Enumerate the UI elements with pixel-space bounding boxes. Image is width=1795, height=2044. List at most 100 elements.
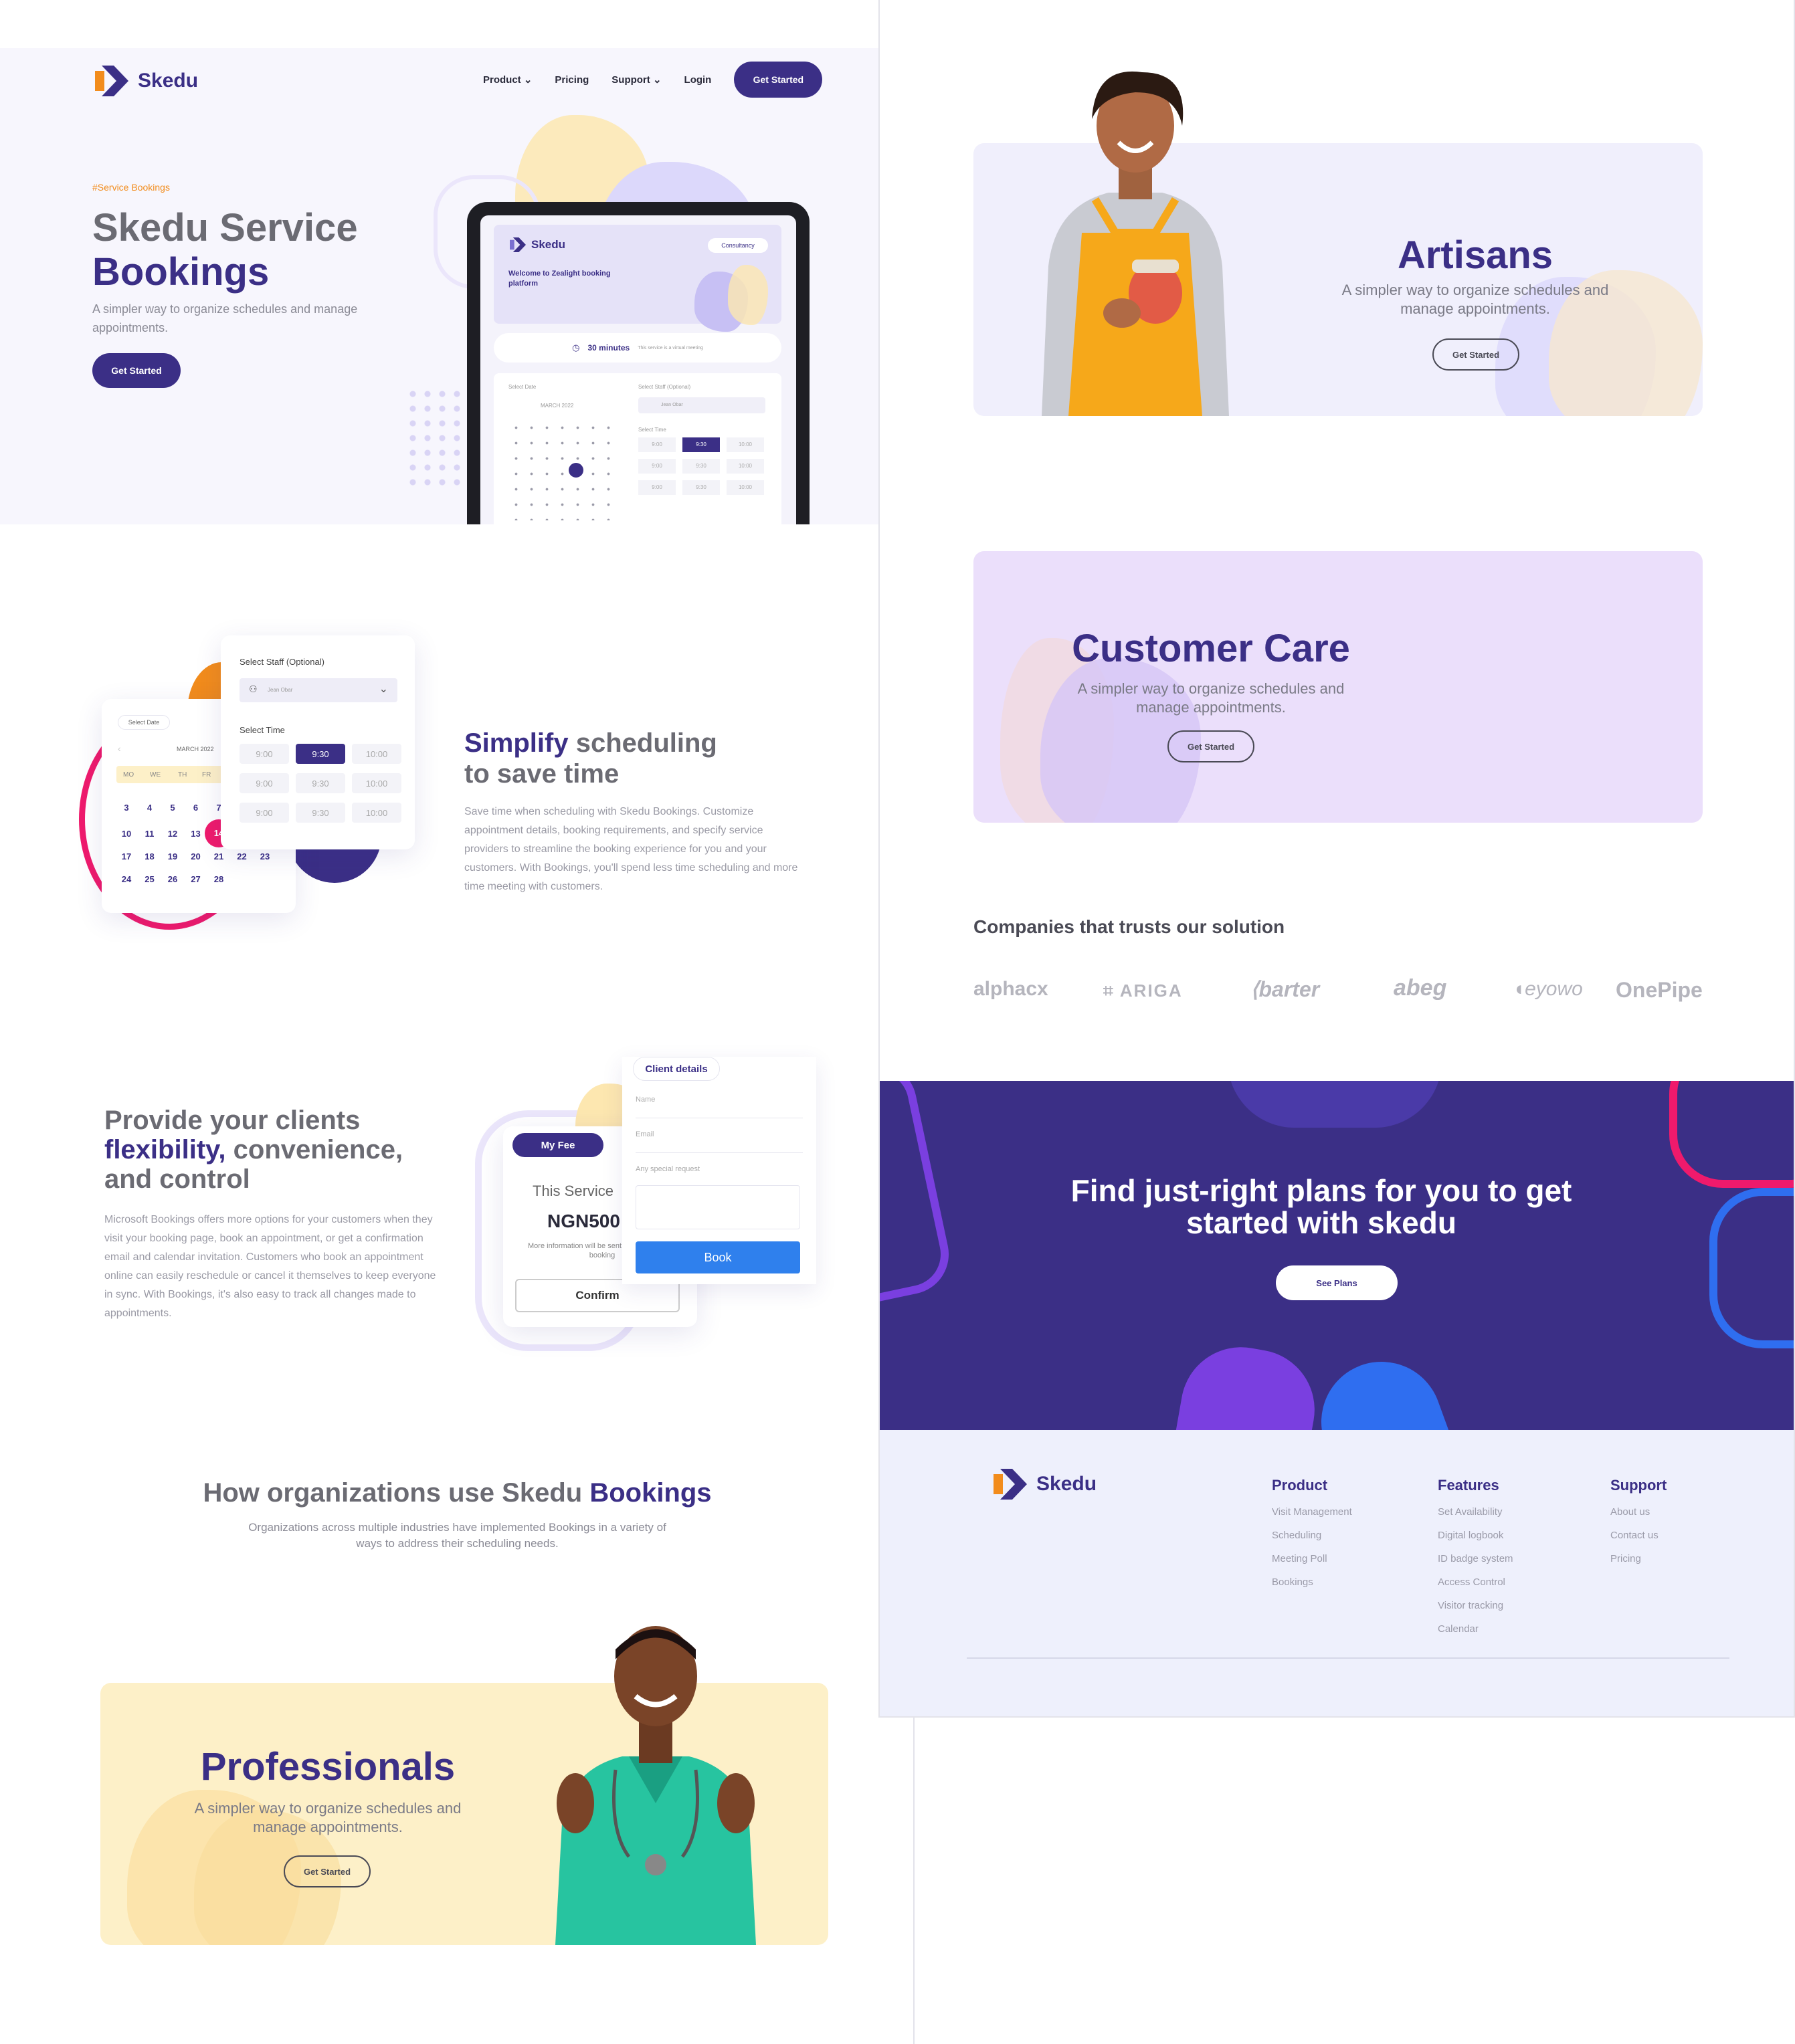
tablet-staff-select[interactable]: Jean Obar: [638, 397, 765, 413]
footer-link[interactable]: Pricing: [1610, 1553, 1667, 1564]
time-slot-selected[interactable]: 9:30: [296, 744, 345, 764]
calendar-day[interactable]: 12: [163, 829, 183, 839]
footer-link[interactable]: ID badge system: [1438, 1553, 1513, 1564]
customer-care-get-started-button[interactable]: Get Started: [1167, 730, 1254, 762]
artisans-get-started-button[interactable]: Get Started: [1432, 338, 1519, 371]
simplify-body: Save time when scheduling with Skedu Boo…: [464, 806, 798, 892]
tablet-time-slot[interactable]: 10:00: [727, 459, 764, 474]
time-slot[interactable]: 9:00: [240, 773, 289, 793]
footer-link[interactable]: Access Control: [1438, 1576, 1513, 1588]
nav-support[interactable]: Support ⌄: [611, 74, 661, 86]
brand-logo[interactable]: Skedu: [92, 64, 198, 98]
footer-link[interactable]: Visit Management: [1272, 1506, 1352, 1518]
time-slot[interactable]: 9:00: [240, 803, 289, 823]
time-slot[interactable]: 9:00: [240, 744, 289, 764]
client-request-textarea[interactable]: [636, 1185, 800, 1229]
tablet-time-slot[interactable]: 10:00: [727, 480, 764, 495]
footer-link[interactable]: Set Availability: [1438, 1506, 1513, 1518]
footer-link[interactable]: Meeting Poll: [1272, 1553, 1352, 1564]
footer-col-title: Support: [1610, 1477, 1667, 1494]
calendar-day[interactable]: 4: [140, 803, 160, 813]
calendar-day[interactable]: 25: [140, 874, 160, 884]
footer-link[interactable]: Digital logbook: [1438, 1530, 1513, 1541]
calendar-day[interactable]: 21: [209, 851, 229, 861]
client-request-label: Any special request: [636, 1165, 700, 1173]
barter-icon: ⟨: [1250, 977, 1259, 1001]
tablet-calendar-grid[interactable]: [508, 420, 616, 520]
calendar-month: MARCH 2022: [177, 746, 214, 752]
calendar-day[interactable]: 11: [140, 829, 160, 839]
professional-person-image: [529, 1603, 783, 1945]
calendar-day[interactable]: 6: [186, 803, 206, 813]
artisan-person-image: [1028, 66, 1242, 416]
tablet-time-slot[interactable]: 9:30: [682, 480, 720, 495]
landing-page-right: Artisans A simpler way to organize sched…: [878, 0, 1795, 1718]
calendar-day[interactable]: 20: [186, 851, 206, 861]
footer-link[interactable]: Scheduling: [1272, 1530, 1352, 1541]
see-plans-button[interactable]: See Plans: [1276, 1265, 1398, 1300]
tablet-time-slot[interactable]: 9:00: [638, 437, 676, 452]
weekday-strip: MO WE TH FR: [116, 766, 223, 783]
skedu-logo-icon: [95, 66, 128, 96]
calendar-day[interactable]: 28: [209, 874, 229, 884]
companies-title: Companies that trusts our solution: [973, 916, 1285, 937]
company-logo-barter: ⟨barter: [1250, 977, 1320, 1001]
calendar-day[interactable]: 27: [186, 874, 206, 884]
professionals-get-started-button[interactable]: Get Started: [284, 1855, 371, 1887]
client-name-field[interactable]: Name: [636, 1096, 803, 1118]
provide-body: Microsoft Bookings offers more options f…: [104, 1214, 436, 1319]
tablet-time-slot[interactable]: 9:00: [638, 480, 676, 495]
calendar-day[interactable]: 26: [163, 874, 183, 884]
artisans-subtitle: A simpler way to organize schedules and …: [1341, 282, 1609, 317]
nav-product[interactable]: Product ⌄: [483, 74, 532, 86]
calendar-day[interactable]: 3: [116, 803, 136, 813]
time-slot[interactable]: 9:30: [296, 803, 345, 823]
staff-select[interactable]: ⚇ Jean Obar ⌄: [240, 678, 397, 702]
staff-time-widget: Select Staff (Optional) ⚇ Jean Obar ⌄ Se…: [221, 635, 415, 849]
calendar-day[interactable]: 18: [140, 851, 160, 861]
tablet-time-slot[interactable]: 9:00: [638, 459, 676, 474]
calendar-day[interactable]: 23: [255, 851, 275, 861]
company-logo-onepipe: OnePipe: [1616, 978, 1703, 1002]
calendar-day[interactable]: 24: [116, 874, 136, 884]
user-icon: ⚇: [249, 684, 258, 694]
tablet-badge[interactable]: Consultancy: [708, 238, 768, 253]
calendar-day[interactable]: 17: [116, 851, 136, 861]
ariga-icon: ⌗: [1103, 981, 1120, 1001]
tablet-screen: Skedu Consultancy Welcome to Zealight bo…: [480, 215, 796, 524]
tablet-time-slot[interactable]: 10:00: [727, 437, 764, 452]
tablet-time-slot-selected[interactable]: 9:30: [682, 437, 720, 452]
footer-divider: [967, 1657, 1729, 1659]
footer-link[interactable]: About us: [1610, 1506, 1667, 1518]
nav-pricing[interactable]: Pricing: [555, 74, 589, 86]
time-slot[interactable]: 9:30: [296, 773, 345, 793]
tablet-time-slot[interactable]: 9:30: [682, 459, 720, 474]
service-price: NGN500: [547, 1211, 620, 1231]
tablet-mockup: Skedu Consultancy Welcome to Zealight bo…: [467, 202, 810, 524]
nav-get-started-button[interactable]: Get Started: [734, 62, 823, 98]
footer-link[interactable]: Contact us: [1610, 1530, 1667, 1541]
footer-link[interactable]: Visitor tracking: [1438, 1600, 1513, 1611]
tablet-duration: 30 minutes: [587, 343, 630, 352]
footer-brand-logo[interactable]: Skedu: [991, 1467, 1097, 1501]
client-email-field[interactable]: Email: [636, 1130, 803, 1153]
time-slot[interactable]: 10:00: [352, 744, 401, 764]
chevron-left-icon[interactable]: ‹: [118, 743, 121, 754]
footer-link[interactable]: Calendar: [1438, 1623, 1513, 1635]
time-slot[interactable]: 10:00: [352, 773, 401, 793]
calendar-day[interactable]: 10: [116, 829, 136, 839]
footer-link[interactable]: Bookings: [1272, 1576, 1352, 1588]
tablet-selected-day[interactable]: [569, 463, 583, 478]
calendar-day[interactable]: 19: [163, 851, 183, 861]
skedu-logo-icon: [510, 237, 526, 253]
time-slot[interactable]: 10:00: [352, 803, 401, 823]
nav-login[interactable]: Login: [684, 74, 712, 86]
hero-get-started-button[interactable]: Get Started: [92, 353, 181, 388]
book-button[interactable]: Book: [636, 1241, 800, 1273]
calendar-day[interactable]: 13: [186, 829, 206, 839]
calendar-day[interactable]: 22: [232, 851, 252, 861]
plans-deco-blue-outline: [1709, 1188, 1794, 1348]
tablet-duration-note: This service is a virtual meeting: [638, 345, 703, 350]
tablet-brand: Skedu: [531, 238, 566, 251]
calendar-day[interactable]: 5: [163, 803, 183, 813]
